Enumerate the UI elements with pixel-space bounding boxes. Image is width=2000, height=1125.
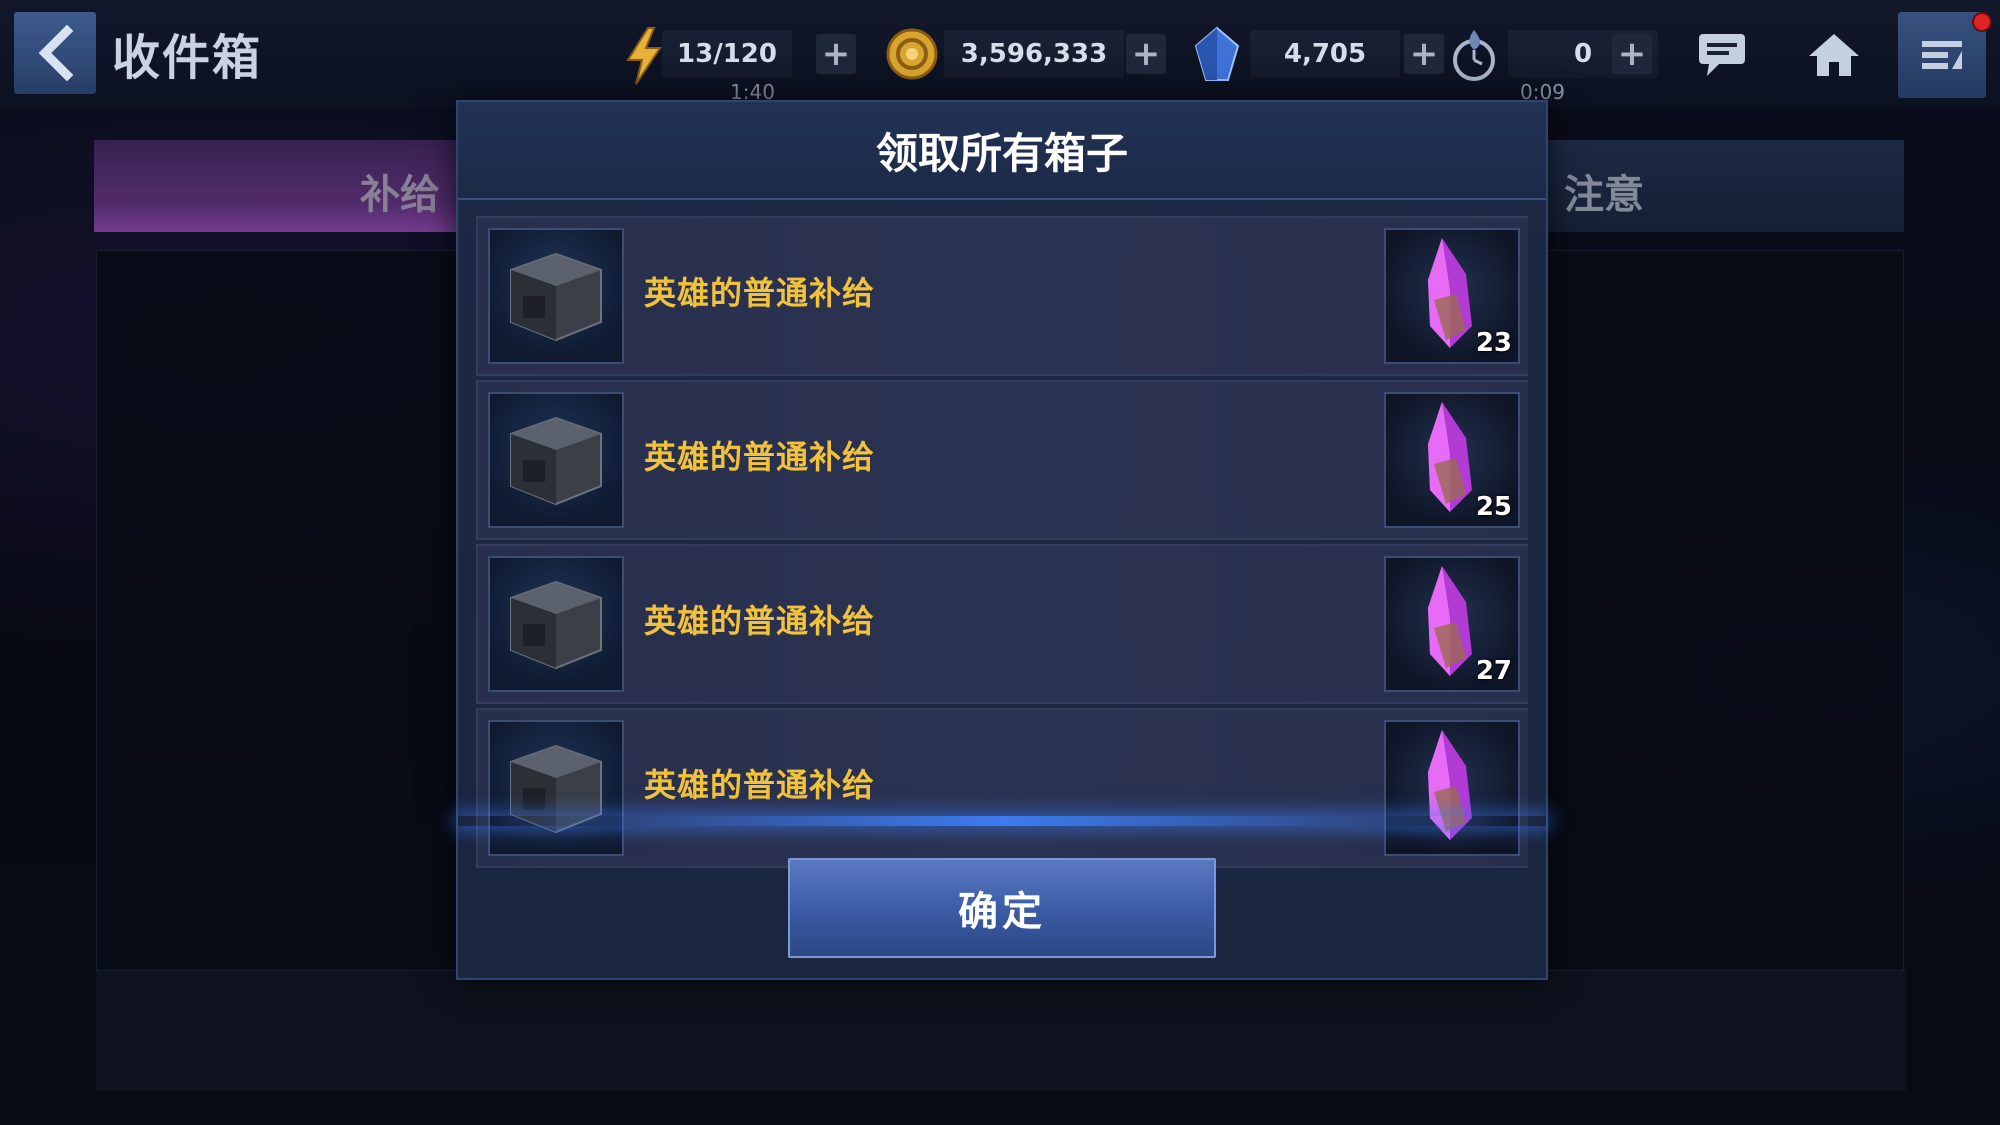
purple-crystal-shard-icon: [1428, 730, 1472, 840]
home-button[interactable]: [1794, 18, 1874, 90]
confirm-button[interactable]: 确定: [788, 858, 1216, 958]
home-icon: [1809, 34, 1859, 76]
reward-thumbnail: [1384, 720, 1520, 856]
back-button[interactable]: [14, 12, 96, 94]
energy-value: 13/120: [662, 30, 792, 78]
item-name: 英雄的普通补给: [644, 766, 876, 804]
chat-bubble-icon: [1699, 34, 1745, 76]
reward-count: 23: [1475, 328, 1512, 358]
chevron-left-icon: [38, 25, 74, 81]
gold-coin-icon: [884, 26, 940, 86]
supply-crate-icon: [510, 580, 602, 670]
list-item: 英雄的普通补给 23: [476, 216, 1528, 376]
claim-all-dialog: 领取所有箱子 英雄的普通补给 23 英雄的普通补给 25 英雄的普通补给 27 …: [456, 100, 1548, 980]
blue-crystal-icon: [1192, 26, 1242, 88]
reward-thumbnail: 27: [1384, 556, 1520, 692]
add-crystal-button[interactable]: +: [1404, 34, 1444, 74]
supply-box-thumbnail: [488, 720, 624, 856]
chat-button[interactable]: [1682, 18, 1762, 90]
notification-dot: [1972, 12, 1992, 32]
crystal-value: 4,705: [1250, 30, 1400, 78]
page-title: 收件箱: [112, 30, 263, 86]
item-name: 英雄的普通补给: [644, 274, 876, 312]
supply-box-thumbnail: [488, 392, 624, 528]
dialog-header: 领取所有箱子: [458, 102, 1546, 200]
supply-box-thumbnail: [488, 228, 624, 364]
lightning-icon: [622, 26, 666, 90]
list-item: 英雄的普通补给 27: [476, 544, 1528, 704]
list-bottom-glow: [458, 816, 1546, 826]
list-item: 英雄的普通补给: [476, 708, 1528, 868]
add-stamina-button[interactable]: +: [1612, 34, 1652, 74]
gold-value: 3,596,333: [944, 30, 1124, 78]
reward-thumbnail: 25: [1384, 392, 1520, 528]
reward-thumbnail: 23: [1384, 228, 1520, 364]
add-gold-button[interactable]: +: [1126, 34, 1166, 74]
supply-box-thumbnail: [488, 556, 624, 692]
top-bar: 收件箱 13/120 + 1:40 3,596,333 + 4,705 + 0 …: [0, 0, 2000, 108]
item-name: 英雄的普通补给: [644, 438, 876, 476]
dialog-title: 领取所有箱子: [875, 129, 1128, 178]
item-name: 英雄的普通补给: [644, 602, 876, 640]
reward-count: 25: [1475, 492, 1512, 522]
reward-list[interactable]: 英雄的普通补给 23 英雄的普通补给 25 英雄的普通补给 27 英雄的普通补给: [476, 216, 1528, 916]
list-menu-icon: [1922, 41, 1962, 69]
add-energy-button[interactable]: +: [816, 34, 856, 74]
supply-crate-icon: [510, 252, 602, 342]
reward-count: 27: [1475, 656, 1512, 686]
supply-crate-icon: [510, 416, 602, 506]
list-item: 英雄的普通补给 25: [476, 380, 1528, 540]
timer-flame-icon: [1450, 26, 1498, 88]
